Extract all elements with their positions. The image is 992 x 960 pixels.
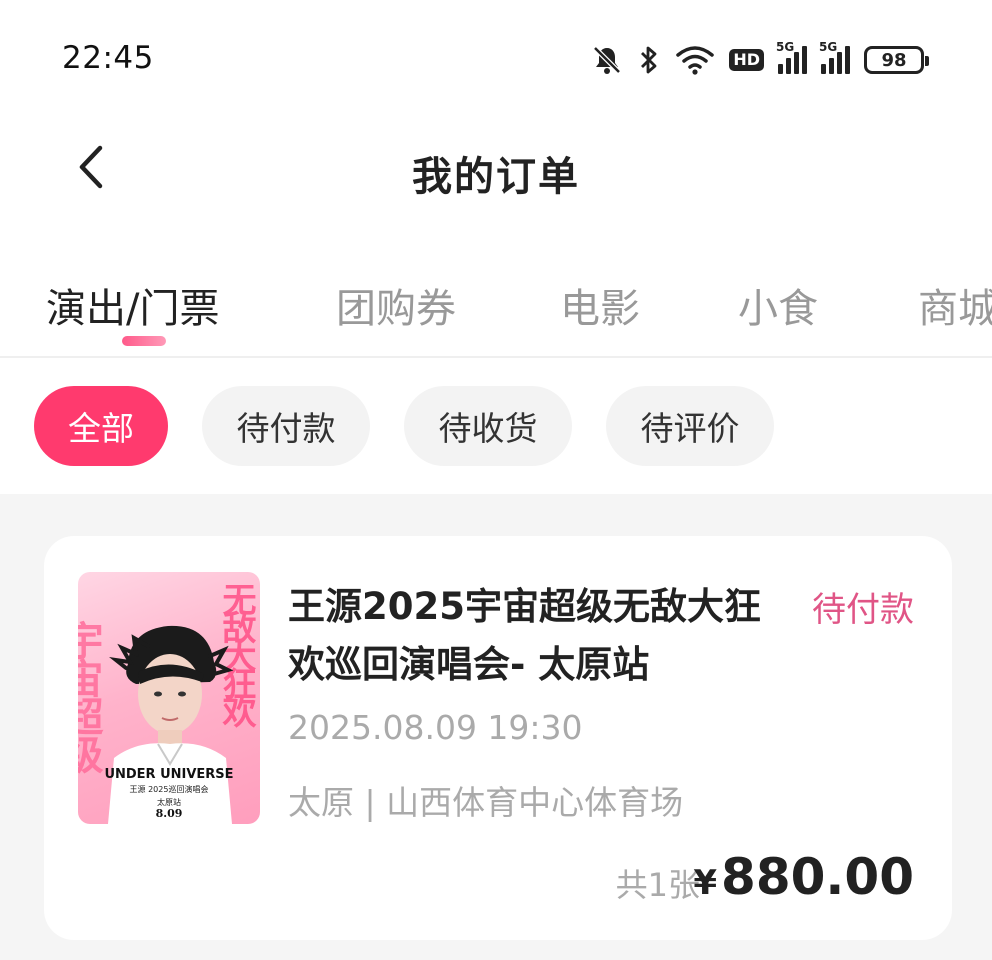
tab-mall[interactable]: 商城: [918, 276, 992, 334]
poster-brand: UNDER UNIVERSE: [104, 767, 233, 782]
order-quantity: 共1张: [615, 866, 700, 904]
order-datetime: 2025.08.09 19:30: [288, 708, 583, 747]
status-time: 22:45: [62, 40, 154, 76]
bluetooth-icon: [637, 44, 661, 76]
status-icons: HD 5G 5G 98: [591, 40, 929, 80]
mute-bell-icon: [591, 44, 623, 76]
signal-label: 5G: [819, 40, 838, 54]
filter-pending-delivery[interactable]: 待收货: [404, 386, 572, 466]
filter-pending-review[interactable]: 待评价: [606, 386, 774, 466]
event-poster: 宇宙超级 无敌大狂欢 UNDER UNIVERSE 王源 2025巡回演唱会 太…: [78, 572, 260, 824]
order-list: 宇宙超级 无敌大狂欢 UNDER UNIVERSE 王源 2025巡回演唱会 太…: [0, 494, 992, 960]
poster-date: 8.09: [156, 807, 183, 820]
header: 我的订单: [0, 120, 992, 220]
signal-5g-icon: 5G: [776, 40, 807, 74]
order-venue: 太原 | 山西体育中心体育场: [288, 783, 684, 822]
poster-city: 太原站: [157, 797, 181, 807]
status-filters: 全部 待付款 待收货 待评价: [0, 358, 992, 494]
active-tab-indicator: [122, 336, 166, 346]
signal-label: 5G: [776, 40, 795, 54]
poster-subtitle: 王源 2025巡回演唱会: [130, 784, 209, 794]
order-title: 王源2025宇宙超级无敌大狂欢巡回演唱会- 太原站: [288, 585, 761, 686]
order-status-badge: 待付款: [812, 590, 914, 630]
filter-pending-payment[interactable]: 待付款: [202, 386, 370, 466]
tab-performance-tickets[interactable]: 演出/门票: [46, 276, 219, 334]
poster-big-text-left: 宇宙超级: [78, 620, 104, 774]
tab-movies[interactable]: 电影: [560, 276, 640, 334]
signal-5g-icon: 5G: [819, 40, 850, 74]
page-title: 我的订单: [412, 154, 580, 200]
category-tabs: 演出/门票 团购券 电影 小食 商城: [0, 268, 992, 358]
status-bar: 22:45 HD 5G 5G 98: [0, 0, 992, 120]
wifi-icon: [675, 44, 715, 76]
price-value: 880.00: [721, 848, 914, 906]
battery-level: 98: [881, 49, 907, 71]
filter-all[interactable]: 全部: [34, 386, 168, 466]
tab-snacks[interactable]: 小食: [738, 276, 818, 334]
battery-icon: 98: [864, 46, 929, 74]
hd-icon: HD: [729, 49, 764, 71]
currency-symbol: ¥: [693, 863, 718, 903]
tab-group-coupons[interactable]: 团购券: [336, 276, 456, 334]
order-card[interactable]: 宇宙超级 无敌大狂欢 UNDER UNIVERSE 王源 2025巡回演唱会 太…: [44, 536, 952, 940]
order-price: ¥880.00: [693, 848, 914, 906]
